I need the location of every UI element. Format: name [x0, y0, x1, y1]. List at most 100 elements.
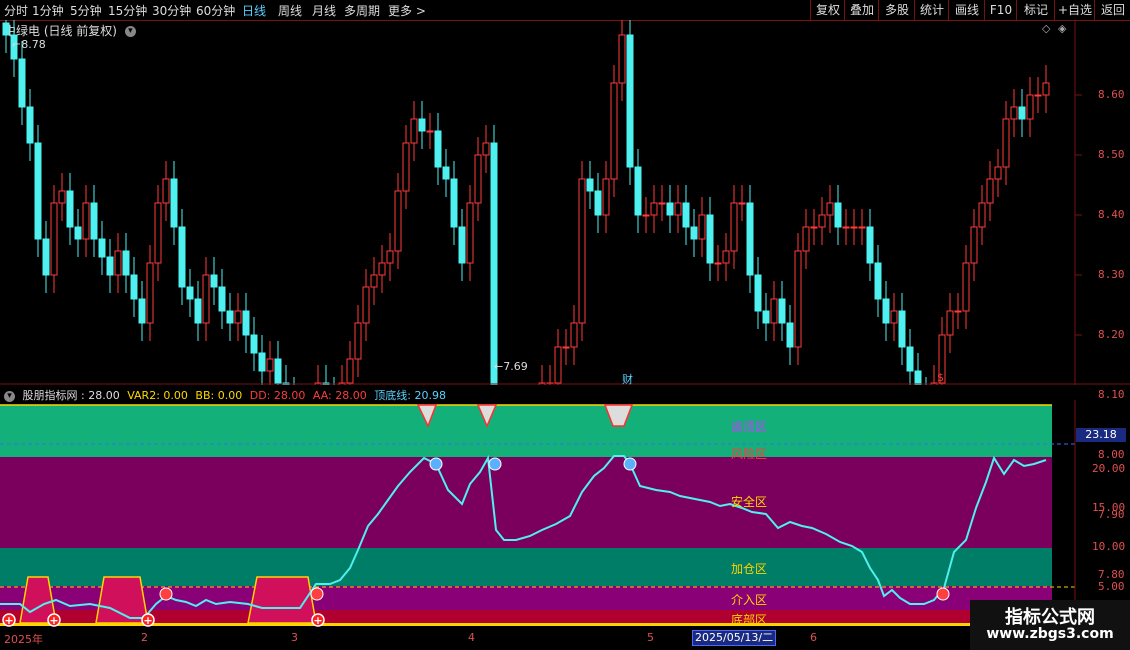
candle-body: [762, 310, 770, 324]
candle-body: [130, 274, 138, 300]
candle-body: [58, 190, 66, 204]
blue-signal-ball: [623, 457, 637, 471]
statistics-button[interactable]: 统计: [914, 0, 949, 20]
candle-body: [170, 178, 178, 228]
candle-body: [346, 358, 354, 384]
period-tab-1min[interactable]: 1分钟: [32, 2, 64, 19]
candle-body: [562, 346, 570, 349]
candle-body: [474, 154, 482, 204]
candlestick-chart[interactable]: [0, 20, 1130, 385]
year-label: 2025年: [4, 633, 43, 646]
plus-marker: +: [311, 613, 325, 627]
candle-body: [258, 352, 266, 372]
candle-body: [34, 142, 42, 240]
period-tab-30min[interactable]: 30分钟: [152, 2, 191, 19]
candle-body: [610, 82, 618, 180]
candle-body: [594, 190, 602, 216]
candle-body: [466, 202, 474, 264]
candle-body: [114, 250, 122, 276]
period-tab-fenshi[interactable]: 分时: [4, 2, 28, 19]
candle-body: [906, 346, 914, 372]
blue-signal-ball: [488, 457, 502, 471]
candle-body: [682, 202, 690, 228]
candle-body: [82, 202, 90, 240]
period-tab-multi[interactable]: 多周期: [344, 2, 380, 19]
low-price-label: ←7.69: [494, 360, 528, 373]
overlay-button[interactable]: 叠加: [844, 0, 879, 20]
back-button[interactable]: 返回: [1094, 0, 1130, 20]
candle-body: [834, 202, 842, 228]
period-tab-weekly[interactable]: 周线: [278, 2, 302, 19]
base-line: [0, 623, 1052, 626]
candle-body: [658, 202, 666, 205]
candle-body: [618, 34, 626, 84]
period-tab-daily[interactable]: 日线: [242, 2, 266, 19]
add-favorite-button[interactable]: +自选: [1054, 0, 1095, 20]
candle-body: [818, 214, 826, 228]
candle-body: [434, 130, 442, 168]
candle-body: [210, 274, 218, 288]
period-tab-more[interactable]: 更多 >: [388, 2, 426, 19]
candle-body: [554, 346, 562, 384]
red-signal-ball: [159, 587, 173, 601]
candle-body: [954, 310, 962, 313]
candle-body: [42, 238, 50, 276]
period-tab-5min[interactable]: 5分钟: [70, 2, 102, 19]
plus-marker: +: [47, 613, 61, 627]
escape-zone: [0, 405, 1052, 457]
candle-body: [242, 310, 250, 336]
candle-body: [962, 262, 970, 312]
candle-body: [74, 226, 82, 240]
candle-body: [578, 178, 586, 324]
candle-body: [874, 262, 882, 300]
candle-body: [946, 310, 954, 336]
candle-body: [786, 322, 794, 348]
candle-body: [1042, 82, 1050, 96]
candle-body: [730, 202, 738, 252]
indicator-tick: 15.00: [1092, 501, 1126, 514]
candle-body: [994, 166, 1002, 180]
financial-report-marker[interactable]: 财: [622, 371, 633, 387]
candle-body: [394, 190, 402, 252]
period-tab-15min[interactable]: 15分钟: [108, 2, 147, 19]
candle-body: [378, 262, 386, 276]
plus-marker: +: [141, 613, 155, 627]
fuquan-button[interactable]: 复权: [810, 0, 845, 20]
candle-body: [898, 310, 906, 348]
candle-body: [602, 178, 610, 216]
safe-zone-label: 安全区: [730, 495, 768, 509]
candle-body: [26, 106, 34, 144]
period-tab-monthly[interactable]: 月线: [312, 2, 336, 19]
candle-body: [1010, 106, 1018, 120]
watermark-url: www.zbgs3.com: [986, 626, 1114, 642]
candle-body: [570, 322, 578, 348]
candle-body: [826, 202, 834, 216]
candle-body: [482, 142, 490, 156]
price-tick-label: 8.50: [1098, 148, 1125, 161]
candle-body: [1026, 94, 1034, 120]
indicator-tick: 20.00: [1092, 462, 1126, 475]
candle-body: [1034, 94, 1042, 97]
price-tick-label: 8.30: [1098, 268, 1125, 281]
entry-zone-label: 介入区: [730, 593, 768, 607]
candle-body: [698, 214, 706, 240]
candle-body: [442, 166, 450, 180]
candle-body: [98, 238, 106, 258]
candle-body: [458, 226, 466, 264]
f10-button[interactable]: F10: [984, 0, 1017, 20]
bottom-zone-label: 底部区: [730, 613, 768, 627]
candle-body: [626, 34, 634, 168]
bookmark-button[interactable]: 标记: [1016, 0, 1055, 20]
period-tab-60min[interactable]: 60分钟: [196, 2, 235, 19]
indicator-chart[interactable]: + + + +: [0, 400, 1130, 630]
dividend-marker[interactable]: $: [937, 371, 944, 384]
draw-line-button[interactable]: 画线: [948, 0, 985, 20]
buy-zone-bar: [95, 576, 149, 624]
candle-body: [674, 202, 682, 216]
high-price-label: ⌐8.78: [12, 38, 46, 51]
candle-body: [746, 202, 754, 276]
candle-body: [666, 202, 674, 216]
candle-body: [386, 250, 394, 264]
multi-stock-button[interactable]: 多股: [878, 0, 915, 20]
candle-body: [650, 202, 658, 216]
